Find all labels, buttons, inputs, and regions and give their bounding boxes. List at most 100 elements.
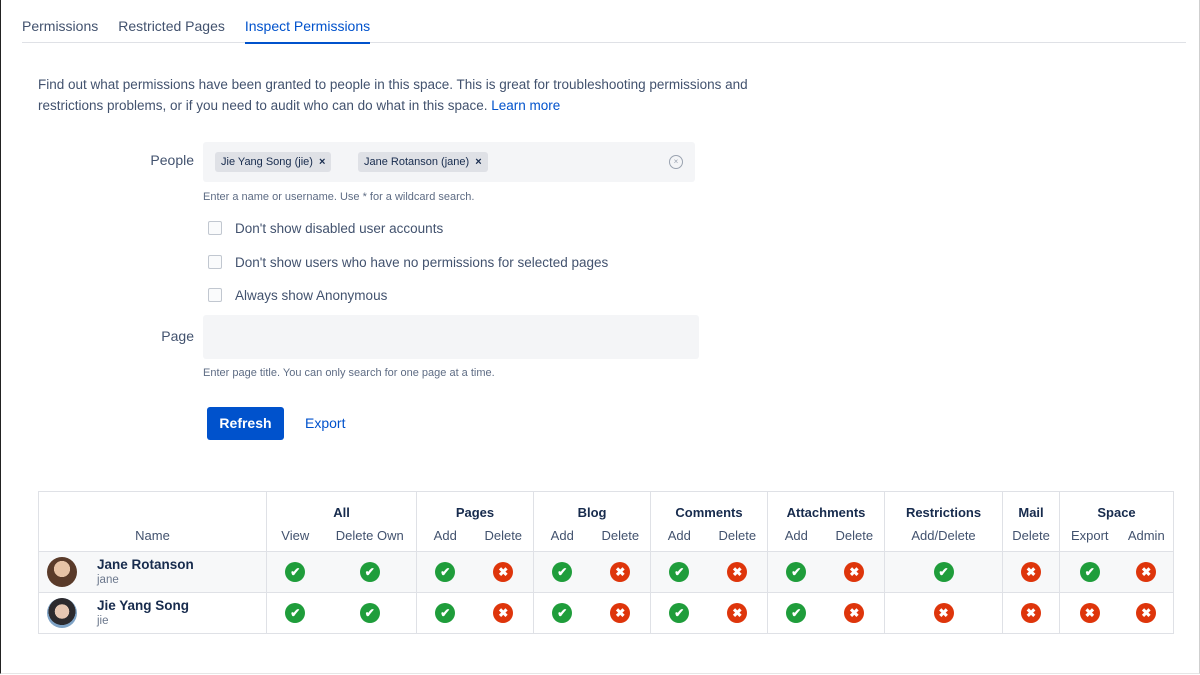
permission-cell: ✖ xyxy=(824,592,885,634)
people-chip-jie: Jie Yang Song (jie) × xyxy=(215,152,332,172)
cross-circle-icon: ✖ xyxy=(493,562,514,582)
check-circle-icon: ✔ xyxy=(669,603,690,623)
check-circle-icon: ✔ xyxy=(1079,562,1100,582)
cross-circle-icon: ✖ xyxy=(727,562,748,582)
people-chip-label: Jie Yang Song (jie) xyxy=(221,156,313,168)
check-circle-icon: ✔ xyxy=(435,603,456,623)
group-header-blog: Blog xyxy=(532,491,651,520)
page-label: Page xyxy=(161,328,194,344)
check-circle-icon: ✔ xyxy=(552,603,573,623)
user-username: jane xyxy=(97,574,119,586)
intro-text: Find out what permissions have been gran… xyxy=(38,74,798,116)
checkbox-disabled-accounts[interactable] xyxy=(208,221,222,235)
cross-circle-icon: ✖ xyxy=(933,603,954,623)
group-header-restrictions: Restrictions xyxy=(884,491,1003,520)
checkbox-label: Don't show disabled user accounts xyxy=(235,220,444,236)
export-link[interactable]: Export xyxy=(305,415,345,431)
cross-circle-icon: ✖ xyxy=(1079,603,1100,623)
group-header-attachments: Attachments xyxy=(767,491,885,520)
checkbox-label: Don't show users who have no permissions… xyxy=(235,254,609,270)
cross-circle-icon: ✖ xyxy=(1021,603,1042,623)
permission-cell: ✔ xyxy=(323,592,417,634)
people-label: People xyxy=(150,152,194,168)
intro-description: Find out what permissions have been gran… xyxy=(38,77,748,113)
column-header: Delete Own xyxy=(335,528,404,543)
refresh-button[interactable]: Refresh xyxy=(207,407,284,440)
checkbox-row-no-permissions: Don't show users who have no permissions… xyxy=(208,253,608,271)
permission-cell: ✖ xyxy=(590,551,651,593)
column-header: Delete xyxy=(1002,520,1060,552)
table-row: Jie Yang Song jie ✔ ✔ ✔ ✖ ✔ ✖ ✔ ✖ ✔ ✖ ✖ … xyxy=(38,592,1174,634)
cross-circle-icon: ✖ xyxy=(1021,562,1042,582)
avatar xyxy=(47,557,77,587)
user-cell: Jane Rotanson jane xyxy=(38,551,267,593)
user-text: Jie Yang Song jie xyxy=(97,598,189,628)
cross-circle-icon: ✖ xyxy=(610,562,631,582)
checkbox-row-disabled-accounts: Don't show disabled user accounts xyxy=(208,219,443,237)
check-circle-icon: ✔ xyxy=(359,603,380,623)
column-header: Add xyxy=(416,520,474,552)
permission-cell: ✔ xyxy=(266,551,324,593)
permission-cell: ✔ xyxy=(533,592,591,634)
permission-cell: ✖ xyxy=(1119,592,1174,634)
user-name: Jane Rotanson xyxy=(97,557,194,572)
people-chip-jane: Jane Rotanson (jane) × xyxy=(358,152,488,172)
cross-circle-icon: ✖ xyxy=(727,603,748,623)
user-text: Jane Rotanson jane xyxy=(97,557,194,587)
permission-cell: ✔ xyxy=(767,592,825,634)
people-input[interactable]: Jie Yang Song (jie) × Jane Rotanson (jane… xyxy=(203,142,695,182)
cross-circle-icon: ✖ xyxy=(844,562,865,582)
group-header-all: All xyxy=(266,491,417,520)
column-header: Delete xyxy=(835,528,874,543)
permission-cell: ✖ xyxy=(884,592,1003,634)
group-header-mail: Mail xyxy=(1002,491,1060,520)
permission-cell: ✔ xyxy=(323,551,417,593)
column-header: Delete xyxy=(718,528,757,543)
check-circle-icon: ✔ xyxy=(359,562,380,582)
group-header-space: Space xyxy=(1059,491,1174,520)
people-chip-label: Jane Rotanson (jane) xyxy=(364,156,470,168)
cross-circle-icon: ✖ xyxy=(844,603,865,623)
learn-more-link[interactable]: Learn more xyxy=(491,98,560,113)
column-header: Admin xyxy=(1127,528,1165,543)
permission-cell: ✔ xyxy=(650,551,708,593)
name-column-header: Name xyxy=(135,528,170,543)
user-info: Jie Yang Song jie xyxy=(39,598,266,628)
tab-inspect-permissions[interactable]: Inspect Permissions xyxy=(244,14,371,44)
permission-cell: ✖ xyxy=(707,592,768,634)
column-header: Add/Delete xyxy=(884,520,1003,552)
permission-cell: ✔ xyxy=(266,592,324,634)
check-circle-icon: ✔ xyxy=(786,562,807,582)
tab-permissions[interactable]: Permissions xyxy=(22,14,98,42)
permission-cell: ✔ xyxy=(533,551,591,593)
permissions-table: All Pages Blog Comments Attachments Rest… xyxy=(38,491,1175,634)
permission-cell: ✔ xyxy=(767,551,825,593)
checkbox-anonymous[interactable] xyxy=(208,288,222,302)
checkbox-no-permissions[interactable] xyxy=(208,255,222,269)
cross-circle-icon: ✖ xyxy=(1136,562,1157,582)
permission-cell: ✖ xyxy=(473,592,534,634)
check-circle-icon: ✔ xyxy=(285,603,306,623)
tab-restricted-pages[interactable]: Restricted Pages xyxy=(118,14,225,42)
permission-cell: ✖ xyxy=(473,551,534,593)
permission-cell: ✖ xyxy=(1002,592,1060,634)
remove-icon[interactable]: × xyxy=(475,156,481,168)
check-circle-icon: ✔ xyxy=(933,562,954,582)
clear-icon[interactable]: × xyxy=(669,155,683,169)
user-info: Jane Rotanson jane xyxy=(39,557,266,587)
check-circle-icon: ✔ xyxy=(285,562,306,582)
permission-cell: ✖ xyxy=(590,592,651,634)
column-header: Add xyxy=(650,520,708,552)
group-header-pages: Pages xyxy=(416,491,534,520)
page-title-input[interactable] xyxy=(203,315,699,359)
checkbox-row-anonymous: Always show Anonymous xyxy=(208,286,387,304)
user-cell: Jie Yang Song jie xyxy=(38,592,267,634)
column-header: View xyxy=(266,520,324,552)
cross-circle-icon: ✖ xyxy=(493,603,514,623)
remove-icon[interactable]: × xyxy=(319,156,325,168)
tab-bar: Permissions Restricted Pages Inspect Per… xyxy=(22,14,1186,44)
column-header: Add xyxy=(533,520,591,552)
permission-cell: ✔ xyxy=(1059,551,1120,593)
column-header: Delete xyxy=(484,528,523,543)
table-row: Jane Rotanson jane ✔ ✔ ✔ ✖ ✔ ✖ ✔ ✖ ✔ ✖ ✔… xyxy=(38,551,1174,593)
